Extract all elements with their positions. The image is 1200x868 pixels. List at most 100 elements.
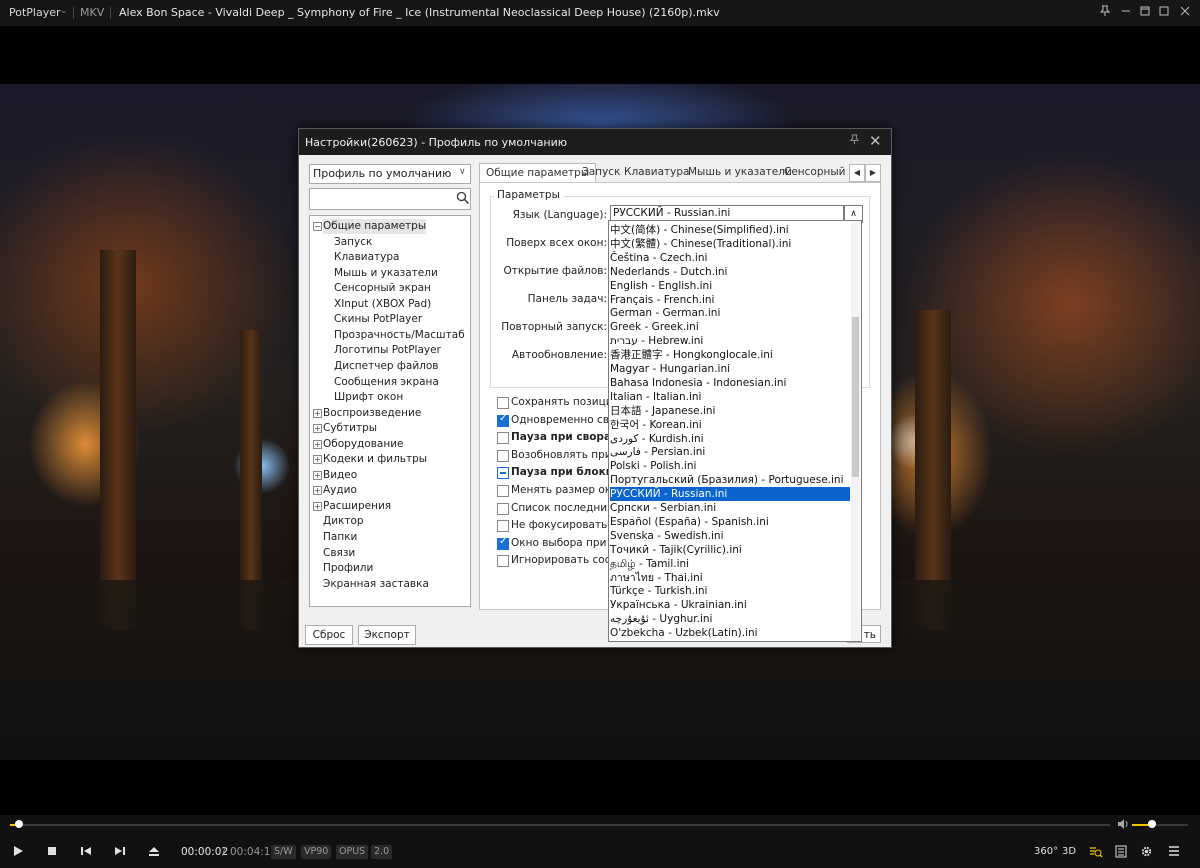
speaker-icon[interactable] [1117,819,1129,832]
language-option[interactable]: کوردی - Kurdish.ini [610,432,850,446]
pin-icon[interactable] [849,134,860,148]
close-icon[interactable]: ✕ [869,132,882,150]
scrollbar-thumb[interactable] [852,317,859,477]
tab-scroll-left-icon[interactable]: ◀ [849,164,865,182]
language-option[interactable]: 한국어 - Korean.ini [610,418,850,432]
checkbox[interactable] [497,502,509,515]
tree-item[interactable]: Субтитры [323,421,377,436]
eject-icon[interactable] [148,845,160,860]
expand-icon[interactable]: + [313,455,322,465]
checkbox[interactable] [497,467,509,480]
seek-bar[interactable] [10,820,1110,828]
tree-item[interactable]: Мышь и указатели [334,266,438,281]
tree-item[interactable]: Диктор [323,514,364,529]
expand-icon[interactable]: + [313,439,322,449]
tree-item[interactable]: Логотипы PotPlayer [334,343,441,358]
view-360-icon[interactable]: 360° [1034,845,1058,859]
tree-item[interactable]: Запуск [334,235,372,250]
search-icon[interactable] [456,191,470,208]
language-dropdown-list[interactable]: 中文(简体) - Chinese(Simplified).ini 中文(繁體) -… [608,220,862,642]
checkbox-label[interactable]: Окно выбора при до [511,537,623,549]
language-option[interactable]: Португальский (Бразилия) - Portuguese.in… [610,473,850,487]
expand-icon[interactable]: + [313,470,322,480]
language-option[interactable]: Español (España) - Spanish.ini [610,515,850,529]
pin-icon[interactable] [1096,4,1114,22]
playlist-icon[interactable] [1115,845,1127,861]
tree-item[interactable]: Связи [323,546,355,561]
previous-icon[interactable] [80,845,92,860]
language-option[interactable]: РУССКИЙ - Russian.ini [610,487,850,502]
language-option[interactable]: Српски - Serbian.ini [610,501,850,515]
language-option[interactable]: 日本語 - Japanese.ini [610,404,850,418]
tab-scroll-right-icon[interactable]: ▶ [865,164,881,182]
close-icon[interactable] [1176,4,1194,22]
language-option[interactable]: Français - French.ini [610,293,850,307]
tree-item[interactable]: Экранная заставка [323,577,429,592]
language-option[interactable]: עברית - Hebrew.ini [610,334,850,348]
collapse-icon[interactable]: − [313,222,322,231]
settings-search[interactable] [309,188,471,210]
tree-item[interactable]: Кодеки и фильтры [323,452,427,467]
checkbox[interactable] [497,485,509,497]
expand-icon[interactable]: + [313,501,322,511]
play-icon[interactable] [12,845,24,860]
language-option[interactable]: ภาษาไทย - Thai.ini [610,571,850,585]
volume-slider[interactable] [1132,820,1188,828]
checkbox[interactable] [497,536,509,550]
3d-mode-icon[interactable]: 3D [1062,845,1076,859]
language-option[interactable]: 中文(简体) - Chinese(Simplified).ini [610,223,850,237]
language-option[interactable]: Точикӣ - Tajik(Cyrillic).ini [610,543,850,557]
expand-icon[interactable]: + [313,486,322,496]
next-icon[interactable] [114,845,126,860]
language-option[interactable]: 香港正體字 - Hongkonglocale.ini [610,348,850,362]
search-input[interactable] [312,191,447,205]
language-option[interactable]: Polski - Polish.ini [610,459,850,473]
export-button[interactable]: Экспорт [358,625,416,645]
checkbox[interactable] [497,432,509,445]
language-option[interactable]: Italian - Italian.ini [610,390,850,404]
fullscreen-icon[interactable] [1155,4,1173,22]
checkbox[interactable] [497,520,509,533]
language-option[interactable]: Türkçe - Turkish.ini [610,584,850,598]
language-option[interactable]: German - German.ini [610,306,850,320]
checkbox[interactable] [497,555,509,568]
tree-item[interactable]: Профили [323,561,373,576]
checkbox[interactable] [497,397,509,409]
tree-item[interactable]: Воспроизведение [323,406,421,421]
language-option[interactable]: Čeština - Czech.ini [610,251,850,265]
tree-item[interactable]: Общие параметры [323,219,427,234]
dialog-header[interactable]: Настройки(260623) - Профиль по умолчанию… [299,129,891,155]
language-option[interactable]: தமிழ் - Tamil.ini [610,557,850,571]
playlist-search-icon[interactable] [1089,845,1103,862]
app-menu-button[interactable]: PotPlayer [9,6,61,19]
tree-item[interactable]: Диспетчер файлов [334,359,438,374]
seek-handle[interactable] [14,820,23,828]
profile-select[interactable]: Профиль по умолчанию ∨ [309,164,471,184]
language-option[interactable]: فارسی - Persian.ini [610,445,850,459]
language-option[interactable]: ئۇيغۇرچە - Uyghur.ini [610,612,850,626]
tree-item[interactable]: Видео [323,468,357,483]
volume-handle[interactable] [1147,820,1156,828]
language-option[interactable]: Bahasa Indonesia - Indonesian.ini [610,376,850,390]
expand-icon[interactable]: + [313,424,322,434]
language-option[interactable]: Nederlands - Dutch.ini [610,265,850,279]
settings-tree[interactable]: Общие параметры − Запуск Клавиатура Мышь и у… [309,215,471,607]
maximize-icon[interactable] [1136,4,1154,22]
tree-item[interactable]: XInput (XBOX Pad) [334,297,431,312]
language-option[interactable]: Svenska - Swedish.ini [610,529,850,543]
language-option[interactable]: Українська - Ukrainian.ini [610,598,850,612]
tree-item[interactable]: Оборудование [323,437,404,452]
tree-item[interactable]: Расширения [323,499,391,514]
stop-icon[interactable] [46,845,58,860]
scrollbar[interactable] [851,221,860,641]
checkbox[interactable] [497,449,509,462]
minimize-icon[interactable] [1117,4,1135,22]
language-option[interactable]: 中文(繁體) - Chinese(Traditional).ini [610,237,850,251]
gear-icon[interactable] [1140,845,1153,861]
language-option[interactable]: Magyar - Hungarian.ini [610,362,850,376]
tree-item[interactable]: Прозрачность/Масштаб [334,328,465,343]
reset-button[interactable]: Сброс [305,625,353,645]
language-option[interactable]: English - English.ini [610,279,850,293]
tree-item[interactable]: Шрифт окон [334,390,403,405]
tree-item[interactable]: Сенсорный экран [334,281,431,296]
